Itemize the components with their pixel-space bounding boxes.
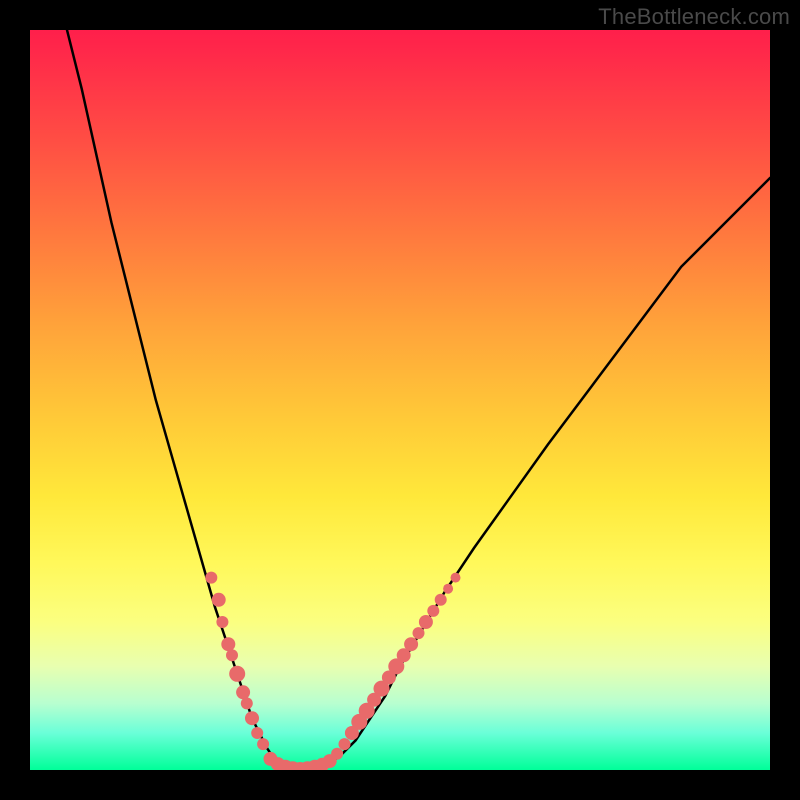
data-marker: [236, 685, 250, 699]
data-marker: [339, 738, 351, 750]
marker-group: [205, 572, 460, 770]
data-marker: [443, 584, 453, 594]
data-marker: [212, 593, 226, 607]
data-marker: [251, 727, 263, 739]
plot-area: [30, 30, 770, 770]
data-marker: [229, 666, 245, 682]
marker-layer: [30, 30, 770, 770]
data-marker: [245, 711, 259, 725]
data-marker: [226, 649, 238, 661]
data-marker: [451, 573, 461, 583]
data-marker: [404, 637, 418, 651]
data-marker: [221, 637, 235, 651]
data-marker: [427, 605, 439, 617]
chart-frame: TheBottleneck.com: [0, 0, 800, 800]
data-marker: [216, 616, 228, 628]
watermark-text: TheBottleneck.com: [598, 4, 790, 30]
data-marker: [435, 594, 447, 606]
data-marker: [413, 627, 425, 639]
data-marker: [331, 748, 343, 760]
data-marker: [241, 697, 253, 709]
data-marker: [257, 738, 269, 750]
data-marker: [205, 572, 217, 584]
data-marker: [419, 615, 433, 629]
